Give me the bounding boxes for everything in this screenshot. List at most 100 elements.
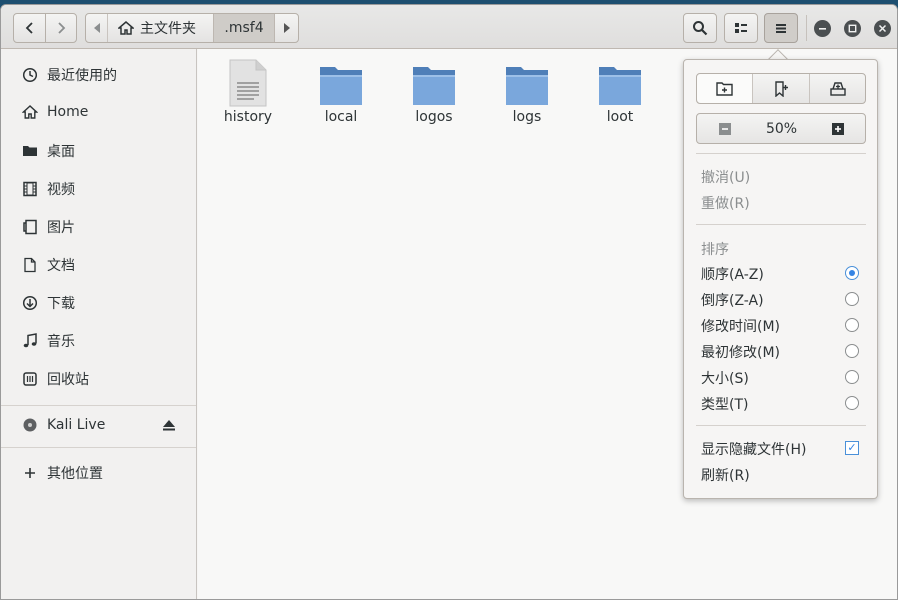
sidebar-item-label: 回收站 [47,372,89,388]
sidebar-item-kali-live[interactable]: Kali Live [1,408,196,442]
show-hidden-files-item[interactable]: 显示隐藏文件(H) [701,439,806,459]
path-item-home[interactable]: 主文件夹 [108,14,213,42]
back-button[interactable] [13,13,46,43]
path-item-current[interactable]: .msf4 [213,14,275,42]
file-name: loot [606,109,634,125]
maximize-button[interactable] [844,20,861,37]
zoom-level[interactable]: 50% [753,114,810,143]
sidebar-item-music[interactable]: 音乐 [1,324,196,358]
undo-menu-item[interactable]: 撤消(U) [701,167,750,187]
sidebar-item-label: 文档 [47,258,75,274]
path-item-home-label: 主文件夹 [140,21,196,37]
download-icon [22,295,38,311]
home-icon [118,21,134,35]
sidebar-item-trash[interactable]: 回收站 [1,362,196,396]
text-file-icon [229,59,267,107]
sidebar-separator [1,447,196,448]
new-folder-button[interactable] [697,74,753,103]
path-item-current-label: .msf4 [224,20,264,36]
sidebar-item-label: 桌面 [47,144,75,160]
view-toggle-button[interactable] [724,13,758,43]
sidebar-item-recent[interactable]: 最近使用的 [1,58,196,92]
sidebar-item-other-locations[interactable]: 其他位置 [1,456,196,490]
music-icon [22,333,38,349]
view-menu-popover: 50% 撤消(U) 重做(R) 排序 顺序(A-Z) 倒序(Z-A) 修改时间(… [683,59,878,499]
triangle-left-icon [93,23,100,33]
bookmark-add-icon [775,80,788,97]
path-scroll-left-button[interactable] [86,14,108,42]
sidebar-item-videos[interactable]: 视频 [1,172,196,206]
forward-button[interactable] [45,13,77,43]
sort-option-modified[interactable]: 修改时间(M) [701,316,780,336]
refresh-menu-item[interactable]: 刷新(R) [701,465,750,485]
file-name: logos [415,109,453,125]
menu-separator [696,153,866,154]
sidebar-item-label: 最近使用的 [47,68,117,84]
zoom-out-icon [719,122,731,135]
folder-icon [320,67,362,105]
sidebar-item-downloads[interactable]: 下载 [1,286,196,320]
sort-radio-type[interactable] [845,396,859,410]
sidebar-item-desktop[interactable]: 桌面 [1,134,196,168]
sort-option-a-z[interactable]: 顺序(A-Z) [701,264,764,284]
sidebar-item-label: Home [47,104,89,120]
search-button[interactable] [683,13,717,43]
sort-option-z-a[interactable]: 倒序(Z-A) [701,290,764,310]
folder-item[interactable]: loot [580,57,660,137]
file-name: local [324,109,358,125]
sort-header: 排序 [701,242,729,258]
trash-icon [22,371,38,387]
new-bookmark-button[interactable] [753,74,810,103]
sort-radio-modified[interactable] [845,318,859,332]
folder-item[interactable]: logs [487,57,567,137]
sidebar-item-home[interactable]: Home [1,95,196,129]
zoom-out-button[interactable] [697,114,753,143]
close-button[interactable] [874,20,891,37]
sidebar-item-pictures[interactable]: 图片 [1,210,196,244]
folder-icon [599,67,641,105]
chevron-right-icon [58,22,66,34]
sort-option-type[interactable]: 类型(T) [701,394,748,414]
list-view-icon [735,23,747,33]
sidebar-item-label: 视频 [47,182,75,198]
menu-separator [696,224,866,225]
minimize-button[interactable] [814,20,831,37]
new-folder-icon [715,81,733,96]
sort-radio-size[interactable] [845,370,859,384]
sort-option-first-modified[interactable]: 最初修改(M) [701,342,780,362]
sidebar-item-documents[interactable]: 文档 [1,248,196,282]
sort-option-size[interactable]: 大小(S) [701,368,749,388]
document-icon [22,257,38,273]
header-bar: 主文件夹 .msf4 [1,5,897,49]
open-terminal-button[interactable] [810,74,866,103]
plus-icon [22,465,38,481]
folder-item[interactable]: logos [394,57,474,137]
drive-add-icon [830,81,846,96]
sort-radio-a-z[interactable] [845,266,859,280]
folder-icon [22,143,38,159]
file-name: history [223,109,273,125]
film-icon [22,181,38,197]
redo-menu-item[interactable]: 重做(R) [701,193,750,213]
sidebar-item-label: Kali Live [47,417,106,433]
close-icon [878,24,887,33]
menu-button[interactable] [764,13,798,43]
eject-icon[interactable] [161,417,177,433]
sidebar-separator [1,405,196,406]
menu-separator [696,425,866,426]
hamburger-menu-icon [776,24,786,33]
folder-icon [413,67,455,105]
folder-icon [506,67,548,105]
file-item[interactable]: history [208,57,288,137]
zoom-control: 50% [696,113,866,144]
maximize-icon [848,24,857,33]
navigation-buttons [13,13,77,43]
sort-radio-first-modified[interactable] [845,344,859,358]
sort-radio-z-a[interactable] [845,292,859,306]
clock-icon [22,67,38,83]
folder-item[interactable]: local [301,57,381,137]
zoom-in-button[interactable] [810,114,866,143]
show-hidden-checkbox[interactable]: ✓ [845,441,859,455]
path-scroll-right-button[interactable] [275,14,298,42]
zoom-in-icon [832,122,844,135]
